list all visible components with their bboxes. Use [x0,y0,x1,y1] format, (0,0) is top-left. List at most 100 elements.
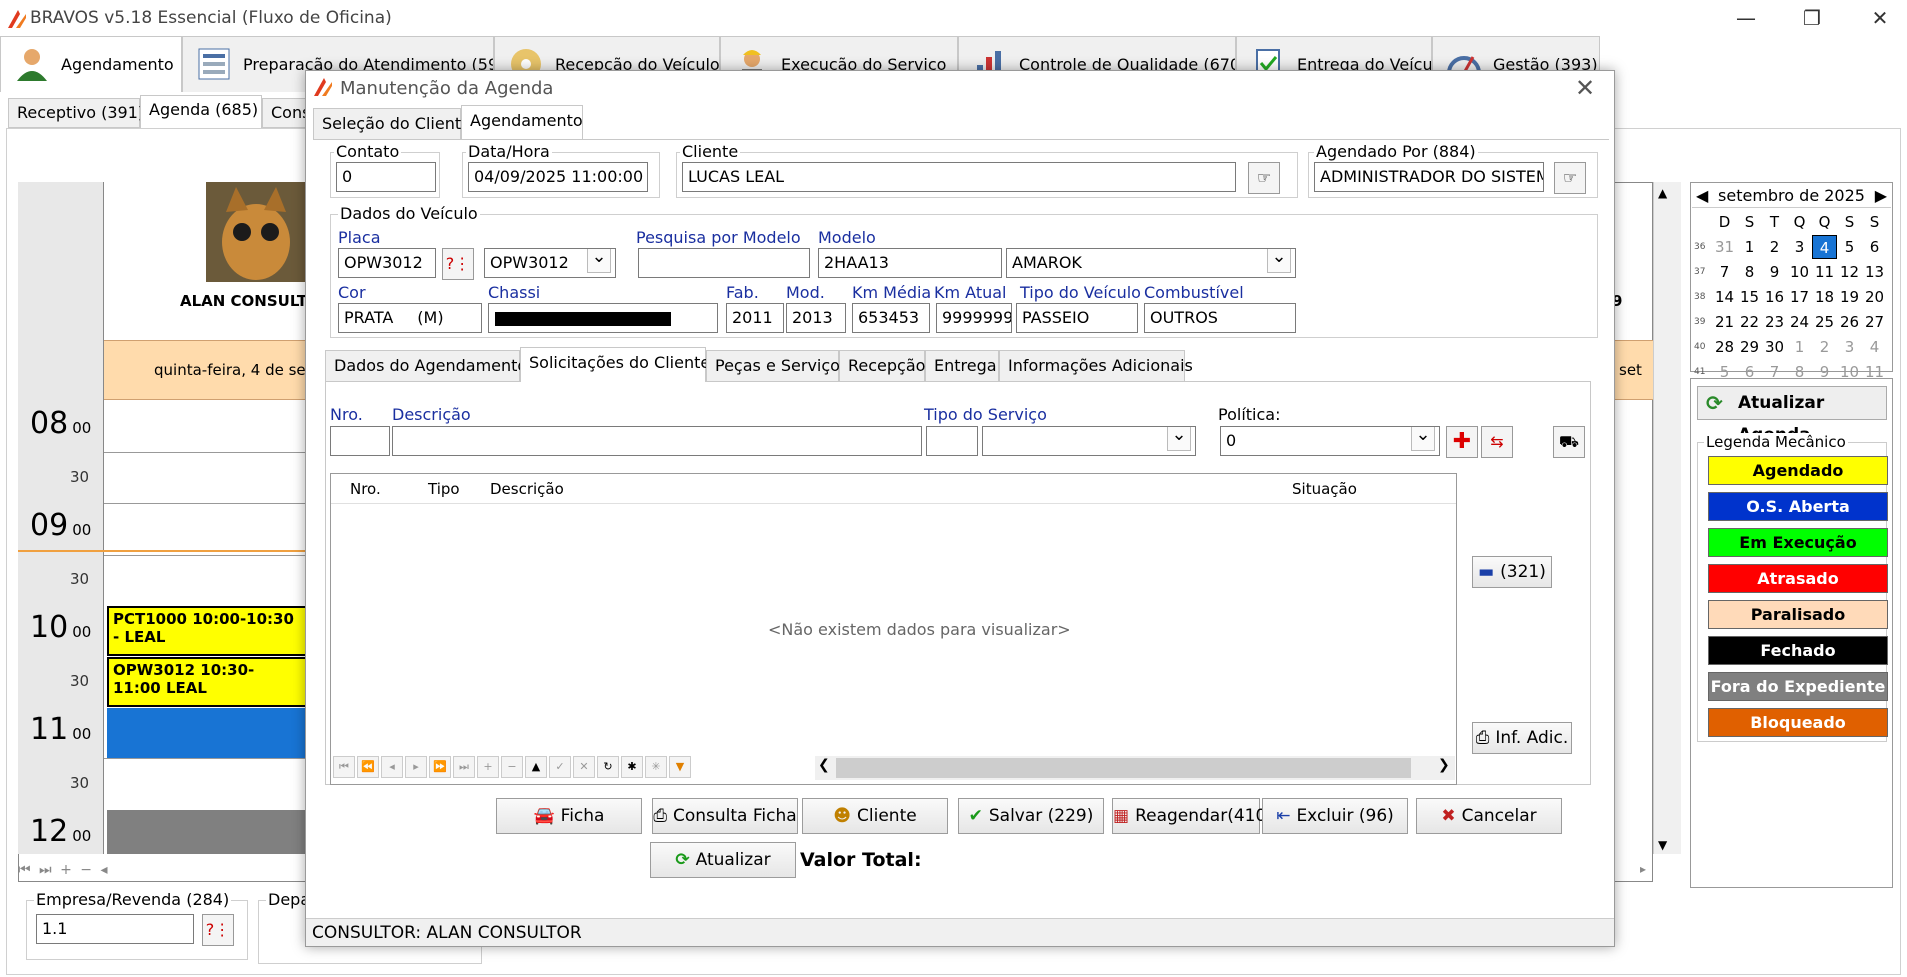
calendar-day[interactable]: 29 [1737,335,1762,359]
contato-input[interactable]: 0 [336,162,436,192]
calendar-day[interactable]: 25 [1812,310,1837,334]
agendado-lookup-button[interactable]: ☞ [1554,162,1586,194]
tab-agendamento[interactable]: Agendamento [461,105,583,140]
cliente-input[interactable]: LUCAS LEAL [682,162,1236,192]
mod-input[interactable]: 2013 [786,303,846,333]
grid-col-tipo[interactable]: Tipo [428,480,460,498]
calendar-day[interactable]: 3 [1837,335,1862,359]
add-service-button[interactable]: ⇆ [1481,426,1513,458]
calendar-day[interactable]: 2 [1812,335,1837,359]
calendar-day[interactable]: 21 [1712,310,1737,334]
empresa-search-button[interactable]: ?⋮ [202,914,234,946]
fab-input[interactable]: 2011 [726,303,784,333]
restore-button[interactable]: ❐ [1792,4,1832,32]
calendar-day[interactable]: 18 [1812,285,1837,309]
empresa-input[interactable]: 1.1 [36,914,194,944]
calendar-day[interactable]: 1 [1787,335,1812,359]
remove-button[interactable]: ▬ (321) [1472,556,1552,588]
nav-star-icon[interactable]: ✱ [621,756,643,778]
calendar-day-today[interactable]: 4 [1812,235,1837,259]
inner-tab-entrega[interactable]: Entrega [925,350,999,382]
ficha-button[interactable]: 🚘 Ficha [496,798,642,834]
calendar-prev-icon[interactable]: ◀ [1696,184,1708,208]
cliente-lookup-button[interactable]: ☞ [1248,162,1280,194]
grid-col-descricao[interactable]: Descrição [490,480,564,498]
nav-star-off-icon[interactable]: ✳ [645,756,667,778]
calendar-next-icon[interactable]: ▶ [1875,184,1887,208]
calendar-day[interactable]: 14 [1712,285,1737,309]
km-media-input[interactable]: 653453 [852,303,930,333]
main-tab-agendamento[interactable]: Agendamento [0,36,182,92]
chassi-input[interactable] [488,303,718,333]
calendar-day[interactable]: 11 [1812,260,1837,284]
calendar-day[interactable]: 2 [1762,235,1787,259]
cliente-button[interactable]: ☻ Cliente [802,798,948,834]
inner-tab-informacoes[interactable]: Informações Adicionais [999,350,1193,382]
km-atual-input[interactable]: 99999999 [936,303,1012,333]
nav-first-icon[interactable]: ⏮ [333,756,355,778]
calendar-day[interactable]: 1 [1737,235,1762,259]
calendar-day[interactable]: 8 [1737,260,1762,284]
calendar-day[interactable]: 13 [1862,260,1887,284]
nav-filter-icon[interactable]: ▼ [669,756,691,778]
calendar-day[interactable]: 23 [1762,310,1787,334]
agendado-input[interactable]: ADMINISTRADOR DO SISTEMA [1314,162,1544,192]
refresh-agenda-button[interactable]: ⟳ Atualizar Agenda [1697,386,1887,445]
nav-delete-icon[interactable]: − [501,756,523,778]
politica-combo[interactable]: 0 [1220,426,1440,456]
subtab-receptivo[interactable]: Receptivo (391) [8,98,144,128]
datahora-input[interactable]: 04/09/2025 11:00:00 [468,162,648,192]
calendar-day[interactable]: 26 [1837,310,1862,334]
grid-hscroll-thumb[interactable] [836,758,1411,778]
schedule-vscroll[interactable] [1653,182,1681,854]
placa-input[interactable]: OPW3012 [338,248,436,278]
scroll-up-icon[interactable]: ▲ [1658,186,1667,200]
tipo-veiculo-input[interactable]: PASSEIO [1016,303,1138,333]
calendar-day[interactable]: 30 [1762,335,1787,359]
add-request-button[interactable]: ✚ [1446,426,1478,458]
descricao-input[interactable] [392,426,922,456]
nav-prev-page-icon[interactable]: ⏪ [357,756,379,778]
combustivel-input[interactable]: OUTROS [1144,303,1296,333]
calendar-day[interactable]: 20 [1862,285,1887,309]
nav-last-icon[interactable]: ⏭ [453,756,475,778]
modelo-code-input[interactable]: 2HAA13 [818,248,1002,278]
inner-tab-dados-agendamento[interactable]: Dados do Agendamento [325,350,527,382]
calendar-day[interactable]: 7 [1712,260,1737,284]
grid-col-nro[interactable]: Nro. [350,480,381,498]
inner-tab-pecas-servicos[interactable]: Peças e Serviços [706,350,848,382]
calendar-day[interactable]: 31 [1712,235,1737,259]
nav-prev-icon[interactable]: ◂ [381,756,403,778]
minimize-button[interactable]: — [1726,4,1766,32]
reagendar-button[interactable]: ▦ Reagendar(410) [1112,798,1273,834]
calendar-day[interactable]: 6 [1862,235,1887,259]
calendar-day[interactable]: 22 [1737,310,1762,334]
calendar-day[interactable]: 10 [1787,260,1812,284]
calendar-day[interactable]: 4 [1862,335,1887,359]
nav-next-icon[interactable]: ▸ [405,756,427,778]
placa-combo[interactable]: OPW3012 [484,248,616,278]
schedule-nav-bar[interactable]: ⏮ ⏭ + − ◂ [18,862,158,884]
scroll-down-icon[interactable]: ▼ [1658,838,1667,852]
hscroll-right-icon[interactable]: ❯ [1438,757,1450,773]
calendar-day[interactable]: 3 [1787,235,1812,259]
inner-tab-solicitacoes[interactable]: Solicitações do Cliente [520,347,710,382]
calendar-day[interactable]: 9 [1762,260,1787,284]
salvar-button[interactable]: ✔ Salvar (229) [958,798,1104,834]
calendar-day[interactable]: 15 [1737,285,1762,309]
hscroll-right-icon[interactable]: ▸ [1640,862,1654,882]
close-app-button[interactable]: ✕ [1860,4,1900,32]
calendar-day[interactable]: 28 [1712,335,1737,359]
calendar-day[interactable]: 17 [1787,285,1812,309]
nav-up-icon[interactable]: ▲ [525,756,547,778]
tab-selecao-cliente[interactable]: Seleção do Cliente [313,108,471,140]
atualizar-button[interactable]: ⟳ Atualizar [650,842,796,878]
nav-insert-icon[interactable]: + [477,756,499,778]
nav-refresh-icon[interactable]: ↻ [597,756,619,778]
nav-cancel-icon[interactable]: ✕ [573,756,595,778]
calendar-day[interactable]: 16 [1762,285,1787,309]
cancelar-button[interactable]: ✖ Cancelar [1416,798,1562,834]
tipo-servico-code-input[interactable] [926,426,978,456]
dialog-close-button[interactable]: ✕ [1575,74,1595,102]
nav-next-page-icon[interactable]: ⏩ [429,756,451,778]
